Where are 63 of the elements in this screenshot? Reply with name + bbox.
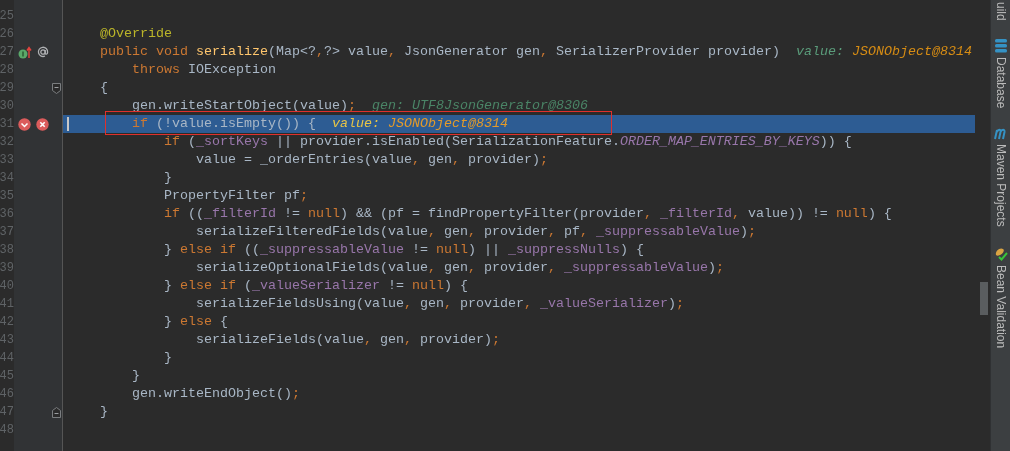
line-number: 45 [0,369,14,383]
debug-value-hint: value: JSONObject@8314 [795,44,972,60]
line-number: 27 [0,45,14,59]
line-number: 47 [0,405,14,419]
breakpoint-icon[interactable] [18,117,31,131]
code-line: } [100,404,108,420]
line-number: 32 [0,135,14,149]
code-line: if (!value.isEmpty()) { [131,116,316,132]
fold-icon[interactable] [51,406,61,418]
code-line: gen.writeEndObject(); [131,386,300,402]
code-line: } [163,170,172,186]
line-number: 48 [0,423,14,437]
code-line: { [100,80,108,96]
text-caret [67,117,69,131]
code-line: if (_sortKeys || provider.isEnabled(SerializationFeature.ORDER_MAP_ENTRIES_BY_KEYS)) { [163,134,852,150]
line-number: 44 [0,351,14,365]
database-icon [994,38,1007,53]
tool-window-tab[interactable]: uild [991,2,1010,21]
line-number: 41 [0,297,14,311]
code-line: @Override [100,26,172,42]
implements-icon[interactable] [18,45,32,59]
error-icon [36,117,49,131]
annotation-icon[interactable] [37,46,49,58]
code-line: } else { [163,314,228,330]
line-number: 26 [0,27,14,41]
code-line: serializeFilteredFields(value, gen, provider, pf, _suppressableValue); [194,224,756,240]
code-line: public void serialize(Map<?,?> value, JsonGenerator gen, SerializerProvider provider) [100,44,780,60]
code-line: } [163,350,172,366]
code-line: } else if (_valueSerializer != null) { [163,278,468,294]
line-number: 43 [0,333,14,347]
line-number: 40 [0,279,14,293]
line-number: 39 [0,261,14,275]
maven-icon [993,128,1008,141]
line-number: 29 [0,81,14,95]
line-number: 31 [0,117,14,131]
code-line: serializeFieldsUsing(value, gen, provider, _valueSerializer); [194,296,684,312]
bean-icon [993,246,1008,261]
code-line: gen.writeStartObject(value); [131,98,356,114]
line-number: 35 [0,189,14,203]
line-number: 28 [0,63,14,77]
line-number: 25 [0,9,14,23]
code-line: throws IOException [131,62,276,78]
line-number: 46 [0,387,14,401]
fold-icon[interactable] [51,82,61,94]
tool-window-tab[interactable]: Bean Validation [991,264,1010,348]
line-number: 37 [0,225,14,239]
code-line: PropertyFilter pf; [163,188,308,204]
code-line: serializeOptionalFields(value, gen, provider, _suppressableValue); [194,260,724,276]
line-number: 42 [0,315,14,329]
tool-window-tab[interactable]: Database [991,56,1010,109]
line-number: 33 [0,153,14,167]
line-number: 38 [0,243,14,257]
code-line: } [131,368,140,384]
line-number: 34 [0,171,14,185]
line-number: 30 [0,99,14,113]
code-line: value = _orderEntries(value, gen, provider); [194,152,548,168]
scrollbar-thumb[interactable] [980,282,988,315]
code-line: serializeFields(value, gen, provider); [194,332,500,348]
code-line: if ((_filterId != null) && (pf = findPropertyFilter(provider, _filterId, value)) != null) { [163,206,892,222]
code-line: } else if ((_suppressableValue != null) || _suppressNulls) { [163,242,644,258]
debug-value-hint: value: JSONObject@8314 [331,116,508,132]
tool-window-tab[interactable]: Maven Projects [991,144,1010,227]
line-number: 36 [0,207,14,221]
